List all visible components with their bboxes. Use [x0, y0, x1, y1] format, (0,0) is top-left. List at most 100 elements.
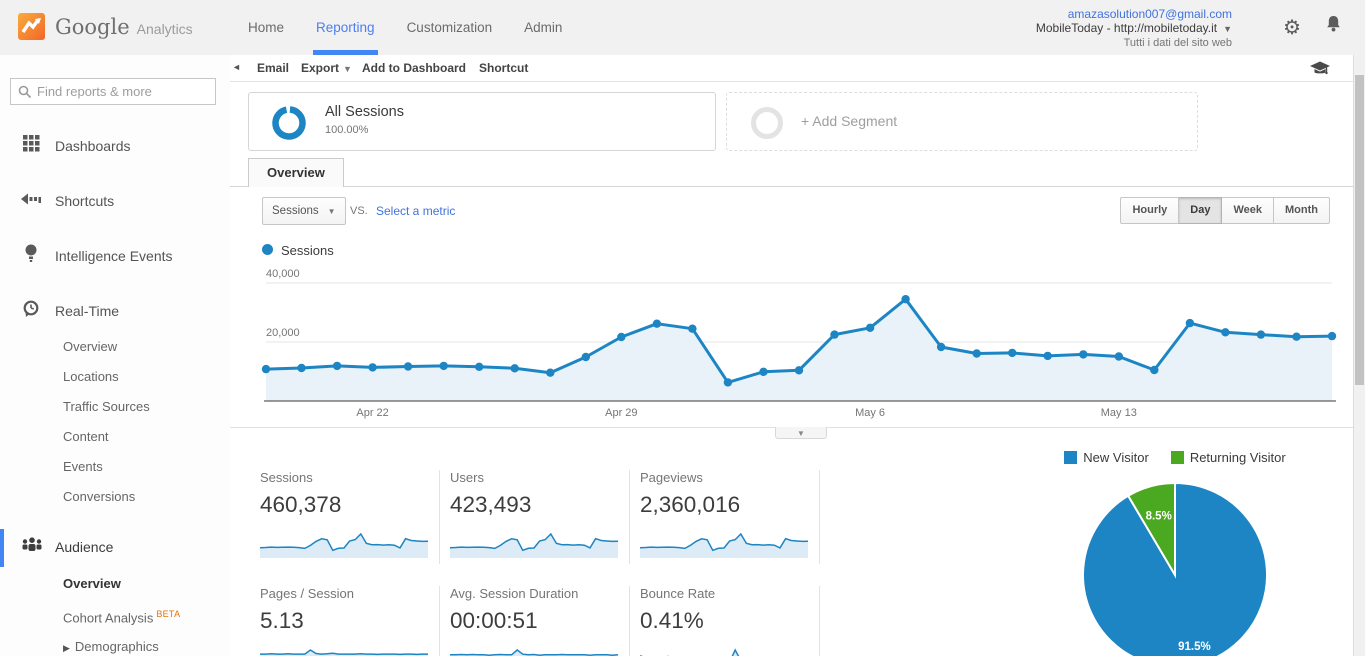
metric-card-sessions: Sessions 460,378 [260, 470, 440, 564]
granularity-day[interactable]: Day [1179, 197, 1222, 224]
empty-donut-icon [751, 107, 783, 139]
svg-text:8.5%: 8.5% [1146, 511, 1172, 523]
nav-customization[interactable]: Customization [391, 0, 509, 55]
primary-nav: Home Reporting Customization Admin [232, 0, 578, 55]
metric-dropdown[interactable]: Sessions▼ [262, 197, 346, 225]
sessions-chart[interactable]: 20,00040,000Apr 22Apr 29May 6May 13 [250, 265, 1342, 425]
notifications-bell-icon[interactable] [1324, 14, 1343, 40]
add-segment-label: + Add Segment [801, 113, 897, 129]
metric-card-pages-per-session: Pages / Session 5.13 [260, 586, 440, 656]
nav-admin[interactable]: Admin [508, 0, 578, 55]
pie-legend: New Visitor Returning Visitor [1020, 450, 1330, 465]
nav-home[interactable]: Home [232, 0, 300, 55]
tab-overview[interactable]: Overview [248, 158, 344, 187]
property-selector[interactable]: MobileToday - http://mobiletoday.it▼ [1036, 21, 1232, 36]
chevron-down-icon: ▼ [1223, 24, 1232, 34]
select-metric-link[interactable]: Select a metric [376, 204, 455, 218]
sidebar-item-rt-conversions[interactable]: Conversions [63, 484, 135, 510]
svg-text:Apr 22: Apr 22 [356, 407, 388, 419]
sidebar-item-intelligence-events[interactable]: Intelligence Events [0, 241, 230, 271]
legend-swatch-icon [1064, 451, 1077, 464]
report-content: ◄ Email Export▼ Add to Dashboard Shortcu… [230, 55, 1353, 656]
sidebar-item-real-time[interactable]: Real-Time [0, 296, 230, 326]
legend-swatch-icon [1171, 451, 1184, 464]
sidebar-item-audience[interactable]: Audience [0, 532, 230, 562]
sidebar-item-demographics[interactable]: ▶Demographics [63, 634, 159, 656]
shortcut-button[interactable]: Shortcut [479, 55, 528, 81]
expand-arrow-icon: ▶ [63, 643, 70, 653]
chevron-down-icon: ▼ [343, 64, 352, 74]
collapse-chart-button[interactable]: ▼ [775, 427, 827, 439]
metric-card-users: Users 423,493 [450, 470, 630, 564]
svg-text:May 6: May 6 [855, 407, 885, 419]
sidebar: Dashboards Shortcuts Intelligence Events [0, 55, 230, 656]
vertical-scrollbar[interactable] [1353, 55, 1365, 656]
account-info: amazasolution007@gmail.com MobileToday -… [1036, 7, 1232, 50]
metric-label[interactable]: Sessions [260, 470, 439, 490]
scrollbar-thumb[interactable] [1355, 75, 1364, 385]
users-sparkline [450, 530, 618, 558]
visitor-type-pie-chart[interactable]: 91.5% 8.5% [1075, 475, 1275, 656]
google-analytics-logo[interactable]: Google Analytics [18, 13, 193, 40]
pageviews-sparkline [640, 530, 808, 558]
metric-value: 00:00:51 [450, 608, 629, 638]
metric-value: 423,493 [450, 492, 629, 522]
metric-label[interactable]: Avg. Session Duration [450, 586, 629, 606]
report-toolbar: Email Export▼ Add to Dashboard Shortcut [230, 55, 1353, 82]
export-button[interactable]: Export▼ [301, 55, 352, 82]
account-email-link[interactable]: amazasolution007@gmail.com [1036, 7, 1232, 21]
realtime-clock-icon [21, 300, 41, 323]
segment-all-sessions[interactable]: All Sessions 100.00% [248, 92, 716, 151]
svg-text:40,000: 40,000 [266, 268, 300, 280]
svg-text:91.5%: 91.5% [1178, 641, 1211, 653]
sidebar-item-rt-events[interactable]: Events [63, 454, 103, 480]
settings-gear-icon[interactable]: ⚙ [1283, 15, 1301, 39]
granularity-week[interactable]: Week [1222, 197, 1274, 224]
search-input[interactable] [37, 79, 213, 104]
svg-text:20,000: 20,000 [266, 327, 300, 339]
metric-label[interactable]: Users [450, 470, 629, 490]
app-header: Google Analytics Home Reporting Customiz… [0, 0, 1365, 55]
legend-new-visitor[interactable]: New Visitor [1064, 450, 1149, 465]
legend-returning-visitor[interactable]: Returning Visitor [1171, 450, 1286, 465]
metric-card-pageviews: Pageviews 2,360,016 [640, 470, 820, 564]
sidebar-item-rt-overview[interactable]: Overview [63, 334, 117, 360]
chevron-down-icon: ▼ [328, 207, 336, 216]
duration-sparkline [450, 646, 618, 656]
logo-product-text: Analytics [137, 17, 193, 37]
education-graduation-cap-icon[interactable] [1309, 60, 1331, 82]
metric-card-avg-session-duration: Avg. Session Duration 00:00:51 [450, 586, 630, 656]
sidebar-item-rt-locations[interactable]: Locations [63, 364, 119, 390]
sidebar-item-audience-overview[interactable]: Overview [63, 571, 121, 597]
metric-value: 5.13 [260, 608, 439, 638]
logo-brand-text: Google [55, 15, 130, 39]
search-icon [18, 85, 32, 99]
metric-label[interactable]: Bounce Rate [640, 586, 819, 606]
segment-title: All Sessions [325, 104, 404, 120]
view-name: Tutti i dati del sito web [1036, 36, 1232, 50]
add-segment-button[interactable]: + Add Segment [726, 92, 1198, 151]
metric-label[interactable]: Pageviews [640, 470, 819, 490]
beta-badge: BETA [156, 609, 180, 619]
analytics-logo-icon [18, 13, 45, 40]
sidebar-item-rt-content[interactable]: Content [63, 424, 109, 450]
segment-donut-icon [271, 105, 307, 146]
add-to-dashboard-button[interactable]: Add to Dashboard [362, 55, 466, 81]
nav-reporting[interactable]: Reporting [300, 0, 391, 55]
sidebar-item-cohort-analysis[interactable]: Cohort AnalysisBETA [63, 601, 180, 627]
granularity-month[interactable]: Month [1274, 197, 1330, 224]
summary-metrics: Sessions 460,378 Users 423,493 Pageviews… [260, 470, 1020, 656]
metric-value: 2,360,016 [640, 492, 819, 522]
email-button[interactable]: Email [257, 55, 289, 81]
sessions-sparkline [260, 530, 428, 558]
granularity-hourly[interactable]: Hourly [1120, 197, 1179, 224]
segment-percentage: 100.00% [325, 124, 368, 136]
sidebar-item-shortcuts[interactable]: Shortcuts [0, 186, 230, 216]
google-analytics-app: Google Analytics Home Reporting Customiz… [0, 0, 1365, 656]
bounce-rate-sparkline [640, 646, 808, 656]
sidebar-item-rt-traffic-sources[interactable]: Traffic Sources [63, 394, 150, 420]
sidebar-item-dashboards[interactable]: Dashboards [0, 131, 230, 161]
granularity-toggle: Hourly Day Week Month [1120, 197, 1330, 224]
metric-label[interactable]: Pages / Session [260, 586, 439, 606]
report-tab-bar: Overview [230, 158, 1353, 187]
